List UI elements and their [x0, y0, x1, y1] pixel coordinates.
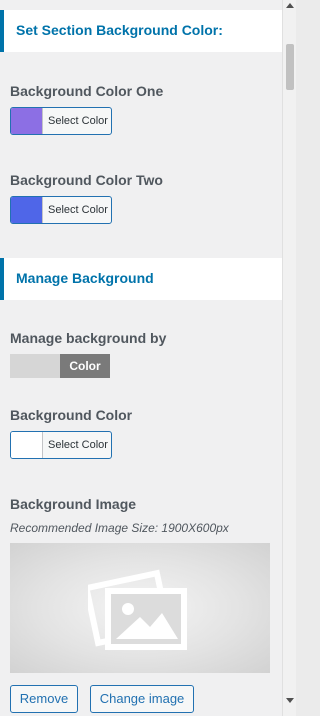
select-color-text: Select Color	[48, 115, 108, 127]
image-placeholder-icon	[88, 569, 187, 650]
scrollbar-thumb[interactable]	[286, 44, 294, 90]
background-color-picker-button[interactable]: Select Color	[10, 431, 112, 459]
toggle-option-inactive[interactable]	[10, 354, 60, 378]
background-color-label: Background Color	[10, 407, 133, 423]
color-one-picker-button[interactable]: Select Color	[10, 107, 112, 135]
section-header-background-color: Set Section Background Color:	[0, 10, 282, 52]
manage-background-toggle[interactable]: Color	[10, 354, 110, 378]
customizer-panel: Set Section Background Color: Background…	[0, 0, 282, 716]
background-color-swatch	[11, 432, 43, 458]
background-image-label: Background Image	[10, 496, 137, 512]
manage-background-label: Manage background by	[10, 330, 167, 346]
select-color-text: Select Color	[48, 204, 108, 216]
select-color-text: Select Color	[48, 439, 108, 451]
toggle-option-color[interactable]: Color	[60, 354, 110, 378]
section-title: Manage Background	[16, 270, 154, 286]
color-one-label: Background Color One	[10, 83, 164, 99]
background-image-preview[interactable]	[10, 543, 270, 673]
scroll-up-arrow-icon[interactable]	[286, 3, 294, 8]
scroll-down-arrow-icon[interactable]	[286, 698, 294, 703]
image-size-note: Recommended Image Size: 1900X600px	[10, 521, 229, 535]
section-header-manage-background: Manage Background	[0, 258, 282, 300]
vertical-scrollbar[interactable]	[282, 0, 296, 716]
section-title: Set Section Background Color:	[16, 22, 223, 38]
remove-image-button[interactable]: Remove	[10, 685, 78, 713]
color-two-picker-button[interactable]: Select Color	[10, 196, 112, 224]
color-two-label: Background Color Two	[10, 172, 163, 188]
color-one-swatch	[11, 108, 43, 134]
change-image-button[interactable]: Change image	[90, 685, 194, 713]
color-two-swatch	[11, 197, 43, 223]
